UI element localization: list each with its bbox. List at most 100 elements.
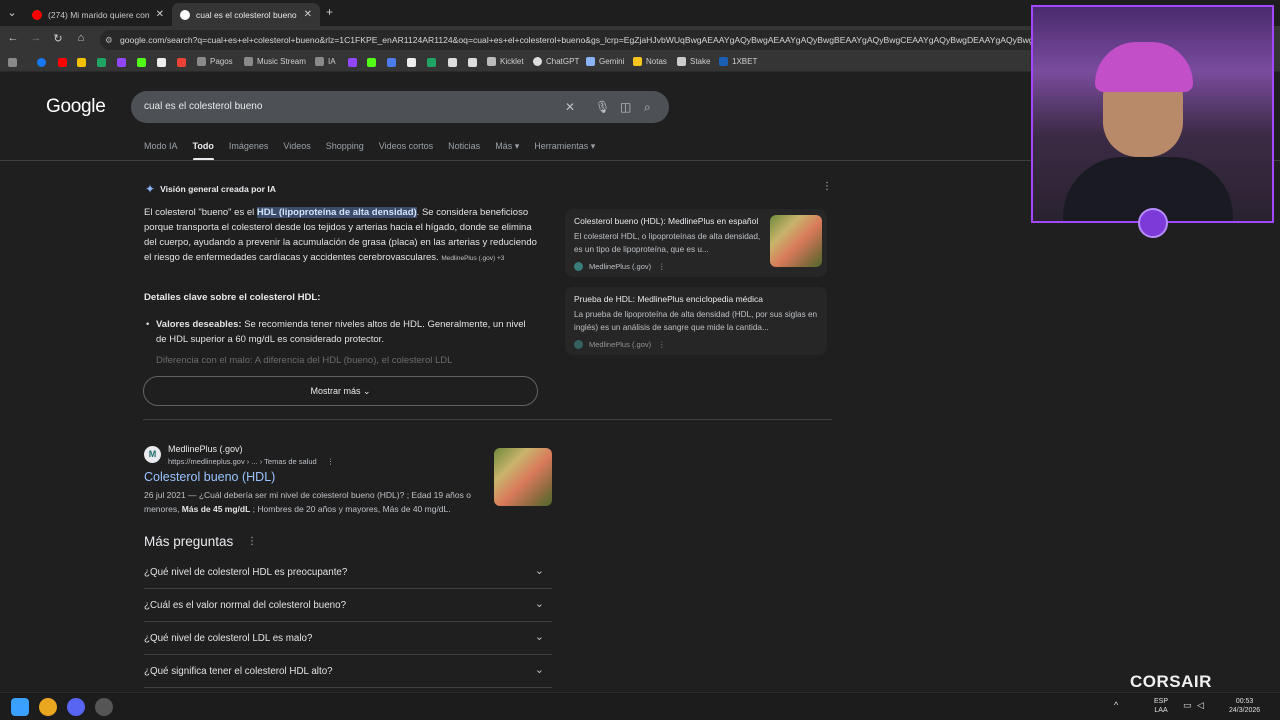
gmail-icon[interactable] bbox=[177, 58, 186, 67]
kicklet-icon[interactable] bbox=[427, 58, 436, 67]
source-label: MedlinePlus (.gov) bbox=[589, 262, 652, 271]
source-card[interactable]: Colesterol bueno (HDL): MedlinePlus en e… bbox=[565, 209, 827, 277]
question-item[interactable]: ¿Cuál es el valor normal del colesterol … bbox=[144, 589, 552, 622]
tab-todo[interactable]: Todo bbox=[192, 141, 215, 161]
google-logo[interactable]: Google bbox=[46, 96, 106, 118]
question-item[interactable]: ¿Qué nivel de colesterol HDL es preocupa… bbox=[144, 556, 552, 589]
search-box[interactable]: cual es el colesterol bueno ✕ 🎙 ◫ ⌕ bbox=[131, 91, 669, 123]
chevron-up-icon[interactable]: ^ bbox=[1114, 701, 1118, 710]
browser-tab-google[interactable]: cual es el colesterol bueno - Bu ✕ bbox=[172, 3, 320, 26]
search-icon[interactable]: ⌕ bbox=[644, 100, 651, 115]
bookmark-pagos[interactable]: Pagos bbox=[197, 57, 233, 66]
microphone-icon[interactable]: 🎙 bbox=[595, 100, 610, 114]
result-thumbnail[interactable] bbox=[494, 448, 552, 506]
more-options-icon[interactable]: ⋮ bbox=[822, 181, 832, 192]
show-more-button[interactable]: Mostrar más ⌄ bbox=[143, 376, 538, 406]
tab-search-icon[interactable]: ⌄ bbox=[4, 6, 20, 19]
apps-icon[interactable] bbox=[8, 58, 17, 67]
bookmark-chatgpt[interactable]: ChatGPT bbox=[533, 57, 579, 66]
tab-modo-ia[interactable]: Modo IA bbox=[144, 141, 178, 161]
source-card[interactable]: Prueba de HDL: MedlinePlus enciclopedia … bbox=[565, 287, 827, 355]
chevron-down-icon: ⌄ bbox=[534, 664, 544, 676]
bookmark-icon[interactable] bbox=[157, 58, 166, 67]
youtube-icon[interactable] bbox=[58, 58, 67, 67]
tab-imagenes[interactable]: Imágenes bbox=[229, 141, 269, 161]
browser-tab-youtube[interactable]: (274) Mi marido quiere conver ✕ bbox=[24, 3, 172, 26]
site-info-icon[interactable]: ⚙ bbox=[105, 30, 113, 50]
close-icon[interactable]: ✕ bbox=[156, 9, 164, 20]
details-title: Detalles clave sobre el colesterol HDL: bbox=[144, 292, 321, 303]
card-title[interactable]: Prueba de HDL: MedlinePlus enciclopedia … bbox=[574, 294, 763, 304]
close-icon[interactable]: ✕ bbox=[304, 9, 312, 20]
webcam-overlay bbox=[1031, 5, 1274, 223]
drive-icon[interactable] bbox=[97, 58, 106, 67]
more-options-icon[interactable]: ⋮ bbox=[658, 340, 666, 349]
bookmark-stake[interactable]: Stake bbox=[677, 57, 710, 66]
twitch-icon[interactable] bbox=[117, 58, 126, 67]
kick-icon[interactable] bbox=[367, 58, 376, 67]
meta-icon[interactable] bbox=[387, 58, 396, 67]
kick-icon[interactable] bbox=[137, 58, 146, 67]
clear-icon[interactable]: ✕ bbox=[565, 100, 575, 114]
result-url[interactable]: https://medlineplus.gov › ... › Temas de… bbox=[168, 457, 334, 466]
lens-icon[interactable]: ◫ bbox=[620, 100, 631, 114]
search-input[interactable]: cual es el colesterol bueno bbox=[144, 101, 262, 112]
tab-videos-cortos[interactable]: Videos cortos bbox=[379, 141, 433, 161]
bookmark-kicklet[interactable]: Kicklet bbox=[487, 57, 524, 66]
google-icon bbox=[180, 9, 190, 20]
bookmark-notas[interactable]: Notas bbox=[633, 57, 667, 66]
region-text: LAA bbox=[1154, 707, 1168, 714]
bookmark-icon[interactable] bbox=[448, 58, 457, 67]
address-bar[interactable]: ⚙ google.com/search?q=cual+es+el+coleste… bbox=[100, 30, 1040, 50]
tab-mas[interactable]: Más ▾ bbox=[495, 141, 519, 161]
people-also-ask-title: Más preguntas bbox=[144, 534, 234, 549]
binance-icon[interactable] bbox=[77, 58, 86, 67]
snippet-bold: Más de 45 mg/dL bbox=[181, 504, 251, 514]
result-title-link[interactable]: Colesterol bueno (HDL) bbox=[144, 470, 275, 484]
source-chip[interactable]: MedlinePlus (.gov) +3 bbox=[441, 255, 504, 262]
ai-overview-heading: ✦ Visión general creada por IA bbox=[145, 182, 276, 196]
tab-herramientas[interactable]: Herramientas ▾ bbox=[534, 141, 595, 161]
bookmark-1xbet[interactable]: 1XBET bbox=[719, 57, 757, 66]
more-options-icon[interactable]: ⋮ bbox=[247, 536, 257, 547]
back-icon[interactable]: ← bbox=[5, 32, 21, 44]
volume-icon[interactable]: ◁ bbox=[1197, 701, 1204, 710]
bookmark-music-stream[interactable]: Music Stream bbox=[244, 57, 306, 66]
bookmark-icon[interactable] bbox=[468, 58, 477, 67]
facebook-icon[interactable] bbox=[37, 58, 46, 67]
tab-shopping[interactable]: Shopping bbox=[326, 141, 364, 161]
reload-icon[interactable]: ↻ bbox=[50, 32, 66, 45]
forward-icon[interactable]: → bbox=[28, 32, 44, 44]
tab-videos[interactable]: Videos bbox=[283, 141, 310, 161]
tiktok-icon[interactable] bbox=[407, 58, 416, 67]
new-tab-button[interactable]: + bbox=[326, 5, 333, 19]
bookmark-label: ChatGPT bbox=[546, 57, 580, 66]
food-thumbnail bbox=[770, 215, 822, 267]
chrome-icon[interactable] bbox=[39, 698, 57, 716]
network-icon[interactable]: ▭ bbox=[1183, 701, 1192, 710]
folder-icon bbox=[244, 57, 253, 66]
corsair-logo: CORSAIR bbox=[1130, 672, 1212, 691]
bookmark-label: Gemini bbox=[599, 57, 625, 66]
bookmark-gemini[interactable]: Gemini bbox=[586, 57, 624, 66]
ai-text-pre: El colesterol "bueno" es el bbox=[144, 207, 257, 218]
clock[interactable]: 00:53 24/3/2026 bbox=[1229, 697, 1260, 715]
question-item[interactable]: ¿Qué significa tener el colesterol HDL a… bbox=[144, 655, 552, 688]
more-options-icon[interactable]: ⋮ bbox=[327, 457, 335, 466]
time-text: 00:53 bbox=[1235, 698, 1254, 705]
card-title[interactable]: Colesterol bueno (HDL): MedlinePlus en e… bbox=[574, 216, 758, 226]
app-icon[interactable] bbox=[95, 698, 113, 716]
bookmark-label: Pagos bbox=[210, 57, 233, 66]
tab-title: (274) Mi marido quiere conver bbox=[48, 9, 150, 20]
windows-start-icon[interactable] bbox=[11, 698, 29, 716]
bookmark-ia[interactable]: IA bbox=[315, 57, 336, 66]
result-site[interactable]: MedlinePlus (.gov) bbox=[168, 444, 243, 454]
more-options-icon[interactable]: ⋮ bbox=[658, 262, 666, 271]
discord-icon[interactable] bbox=[67, 698, 85, 716]
home-icon[interactable]: ⌂ bbox=[73, 32, 89, 44]
tab-noticias[interactable]: Noticias bbox=[448, 141, 480, 161]
twitch-icon[interactable] bbox=[348, 58, 357, 67]
language-indicator[interactable]: ESP LAA bbox=[1154, 697, 1168, 715]
question-item[interactable]: ¿Qué nivel de colesterol LDL es malo? ⌄ bbox=[144, 622, 552, 655]
notes-icon bbox=[633, 57, 642, 66]
